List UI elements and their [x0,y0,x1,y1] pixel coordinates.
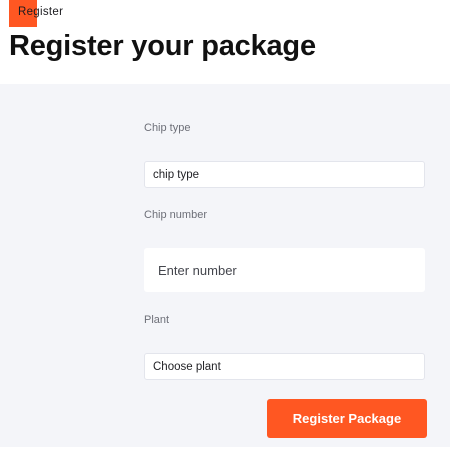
chip-type-label: Chip type [144,122,191,134]
page-title: Register your package [9,30,316,62]
register-package-button[interactable]: Register Package [267,399,427,438]
plant-select[interactable] [144,353,425,380]
plant-label: Plant [144,314,170,326]
chip-number-label: Chip number [144,209,207,221]
chip-number-field[interactable] [144,248,425,292]
breadcrumb[interactable]: Register [18,6,63,18]
chip-type-field[interactable] [144,161,425,188]
